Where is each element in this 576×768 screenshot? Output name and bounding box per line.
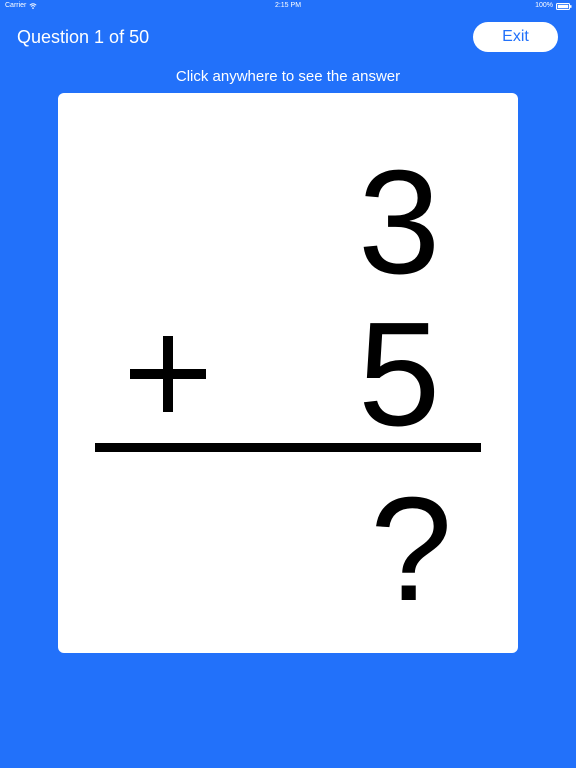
bottom-number: 5 — [358, 292, 441, 457]
question-counter: Question 1 of 50 — [17, 27, 150, 47]
battery-icon — [556, 2, 572, 10]
battery-percent: 100% — [535, 2, 553, 9]
answer-hint: Click anywhere to see the answer — [175, 68, 401, 85]
flashcard[interactable]: 3 + 5 ? — [58, 93, 518, 653]
plus-icon: + — [130, 336, 206, 412]
status-time: 2:15 PM — [274, 2, 302, 9]
top-number: 3 — [358, 140, 441, 305]
exit-button[interactable]: Exit — [473, 22, 558, 52]
answer-placeholder: ? — [370, 467, 453, 632]
sum-divider-line — [95, 443, 481, 452]
status-bar: Carrier 2:15 PM 100% — [0, 0, 576, 12]
status-right: 100% — [535, 0, 572, 12]
